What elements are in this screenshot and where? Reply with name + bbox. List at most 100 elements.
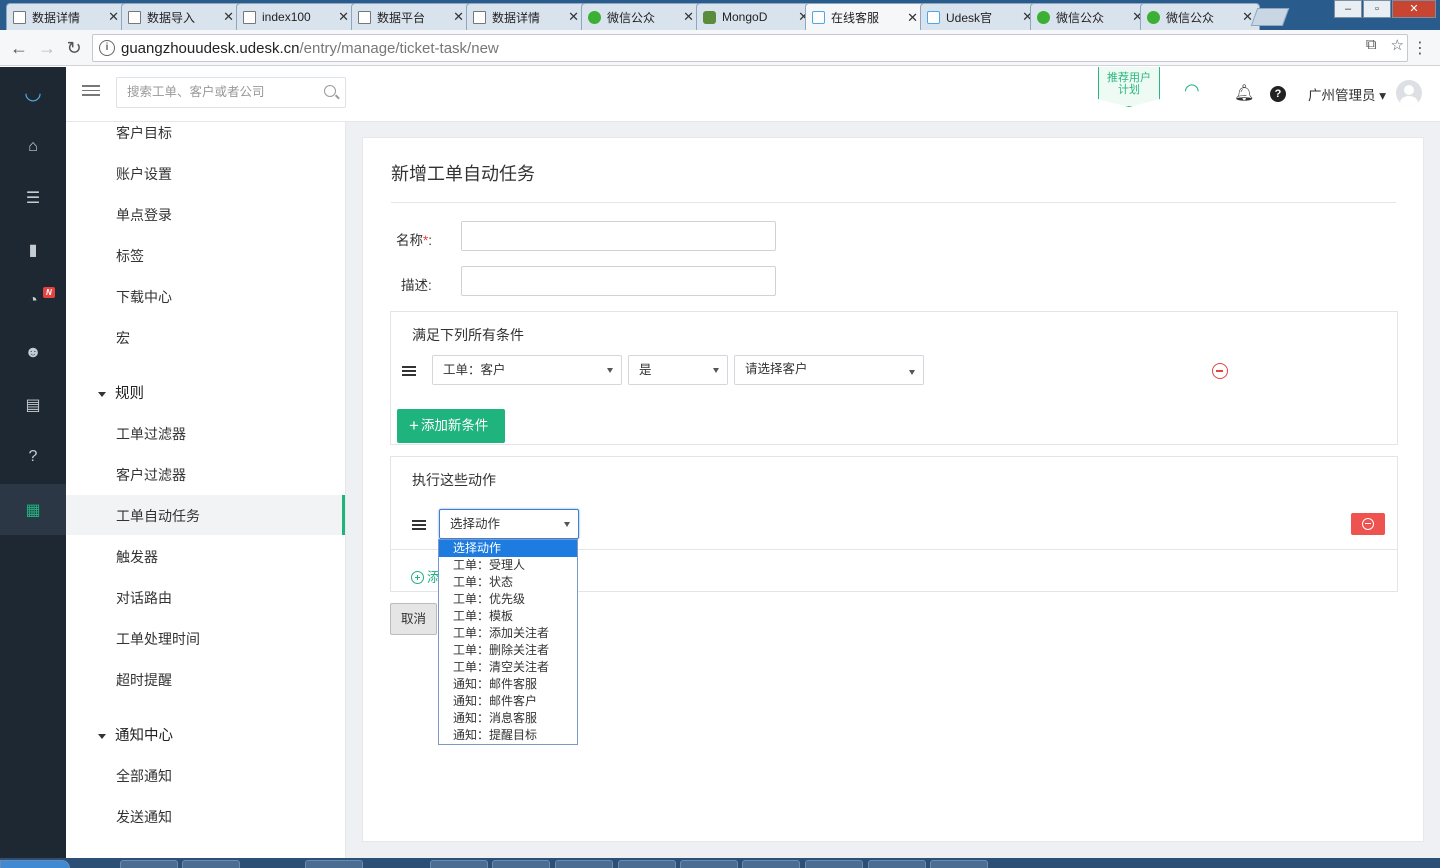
description-field[interactable] bbox=[461, 266, 776, 296]
taskbar-app[interactable] bbox=[182, 860, 240, 868]
browser-tab[interactable]: Udesk官 ✕ bbox=[920, 3, 1040, 30]
add-action-link[interactable]: 添 bbox=[411, 566, 441, 586]
maximize-button[interactable]: ▫ bbox=[1363, 0, 1391, 18]
reload-icon[interactable]: ↻ bbox=[63, 37, 85, 59]
collapse-menu-icon[interactable] bbox=[82, 85, 100, 99]
browser-tab[interactable]: index100 ✕ bbox=[236, 3, 356, 30]
dropdown-option[interactable]: 通知：提醒目标 bbox=[439, 727, 577, 744]
remove-condition-icon[interactable] bbox=[1212, 363, 1228, 379]
close-tab-icon[interactable]: ✕ bbox=[907, 10, 918, 26]
global-search-input[interactable]: 搜索工单、客户或者公司 bbox=[116, 77, 346, 108]
taskbar-app[interactable] bbox=[930, 860, 988, 868]
browser-menu-icon[interactable]: ⋮ bbox=[1412, 38, 1428, 58]
taskbar-app[interactable] bbox=[805, 860, 863, 868]
start-button[interactable] bbox=[0, 860, 70, 868]
sidebar-item-customer-goal[interactable]: 客户目标 bbox=[116, 123, 172, 143]
udesk-logo-icon[interactable]: ◡ bbox=[21, 81, 45, 105]
close-tab-icon[interactable]: ✕ bbox=[223, 9, 234, 25]
browser-tab[interactable]: 数据详情 ✕ bbox=[6, 3, 126, 30]
help-circle-icon[interactable]: ? bbox=[0, 431, 66, 482]
sidebar-item-send-notification[interactable]: 发送通知 bbox=[116, 807, 172, 827]
close-tab-icon[interactable]: ✕ bbox=[338, 9, 349, 25]
dropdown-option[interactable]: 工单：受理人 bbox=[439, 557, 577, 574]
taskbar-app[interactable] bbox=[555, 860, 613, 868]
sidebar-item-all-notifications[interactable]: 全部通知 bbox=[116, 766, 172, 786]
dropdown-option[interactable]: 工单：删除关注者 bbox=[439, 642, 577, 659]
sidebar-item-customer-filter[interactable]: 客户过滤器 bbox=[116, 465, 186, 485]
sidebar-item-downloads[interactable]: 下载中心 bbox=[116, 287, 172, 307]
close-tab-icon[interactable]: ✕ bbox=[683, 9, 694, 25]
bar-chart-icon[interactable]: ▮ bbox=[0, 224, 66, 275]
sidebar-item-ticket-automation[interactable]: 工单自动任务 bbox=[116, 506, 200, 526]
name-field[interactable] bbox=[461, 221, 776, 251]
dropdown-option[interactable]: 通知：消息客服 bbox=[439, 710, 577, 727]
list-icon[interactable]: ☰ bbox=[0, 172, 66, 223]
recommend-plan-badge[interactable]: 推荐用户 计划 bbox=[1098, 67, 1160, 107]
dropdown-option[interactable]: 通知：邮件客户 bbox=[439, 693, 577, 710]
taskbar-app[interactable] bbox=[618, 860, 676, 868]
browser-tab[interactable]: 微信公众 ✕ bbox=[1140, 3, 1260, 30]
dropdown-option[interactable]: 工单：添加关注者 bbox=[439, 625, 577, 642]
sidebar-item-sso[interactable]: 单点登录 bbox=[116, 205, 172, 225]
url-field[interactable]: i guangzhouudesk.udesk.cn/entry/manage/t… bbox=[92, 34, 1408, 62]
close-tab-icon[interactable]: ✕ bbox=[453, 9, 464, 25]
sidebar-group-notifications[interactable]: 通知中心 bbox=[98, 724, 173, 745]
taskbar-app[interactable] bbox=[680, 860, 738, 868]
taskbar-app[interactable] bbox=[120, 860, 178, 868]
browser-tab[interactable]: 数据平台 ✕ bbox=[351, 3, 471, 30]
avatar[interactable] bbox=[1396, 80, 1422, 106]
dropdown-option[interactable]: 选择动作 bbox=[439, 540, 577, 557]
taskbar-app[interactable] bbox=[742, 860, 800, 868]
question-icon[interactable]: ? bbox=[1270, 86, 1286, 102]
book-icon[interactable]: ▤ bbox=[0, 379, 66, 430]
dropdown-option[interactable]: 通知：邮件客服 bbox=[439, 676, 577, 693]
taskbar-app[interactable] bbox=[305, 860, 363, 868]
users-icon[interactable]: ☻ bbox=[0, 327, 66, 378]
condition-value-select[interactable]: 请选择客户 bbox=[734, 355, 924, 385]
taskbar-app[interactable] bbox=[868, 860, 926, 868]
apps-grid-icon[interactable]: ▦ bbox=[0, 484, 66, 535]
dropdown-option[interactable]: 工单：优先级 bbox=[439, 591, 577, 608]
dropdown-option[interactable]: 工单：状态 bbox=[439, 574, 577, 591]
condition-operator-select[interactable]: 是 bbox=[628, 355, 728, 385]
cancel-button[interactable]: 取消 bbox=[390, 603, 437, 635]
sidebar-item-ticket-handling-time[interactable]: 工单处理时间 bbox=[116, 629, 200, 649]
bookmark-star-icon[interactable]: ☆ bbox=[1391, 36, 1404, 54]
pie-chart-icon[interactable]: ◔ N bbox=[0, 275, 66, 326]
taskbar-app[interactable] bbox=[430, 860, 488, 868]
bell-icon[interactable]: 🔔︎ bbox=[1234, 83, 1254, 103]
remove-action-button[interactable] bbox=[1351, 513, 1385, 535]
back-arrow-icon[interactable]: ← bbox=[8, 37, 30, 59]
close-tab-icon[interactable]: ✕ bbox=[108, 9, 119, 25]
close-window-button[interactable]: ✕ bbox=[1392, 0, 1436, 18]
dropdown-option[interactable]: 工单：模板 bbox=[439, 608, 577, 625]
minimize-button[interactable]: – bbox=[1334, 0, 1362, 18]
browser-tab[interactable]: 数据详情 ✕ bbox=[466, 3, 586, 30]
dropdown-option[interactable]: 工单：清空关注者 bbox=[439, 659, 577, 676]
browser-tab[interactable]: 在线客服 ✕ bbox=[805, 3, 925, 31]
sidebar-item-tags[interactable]: 标签 bbox=[116, 246, 144, 266]
condition-field-select[interactable]: 工单：客户 bbox=[432, 355, 622, 385]
sidebar-item-macros[interactable]: 宏 bbox=[116, 328, 130, 348]
forward-arrow-icon[interactable]: → bbox=[36, 37, 58, 59]
connection-wifi-icon[interactable]: ◠ bbox=[1184, 80, 1200, 101]
sidebar-item-ticket-filter[interactable]: 工单过滤器 bbox=[116, 424, 186, 444]
drag-handle-icon[interactable] bbox=[402, 366, 416, 376]
sidebar-item-chat-routing[interactable]: 对话路由 bbox=[116, 588, 172, 608]
cast-icon[interactable]: ⧉ bbox=[1366, 36, 1377, 54]
browser-tab[interactable]: 数据导入 ✕ bbox=[121, 3, 241, 30]
sidebar-item-triggers[interactable]: 触发器 bbox=[116, 547, 158, 567]
close-tab-icon[interactable]: ✕ bbox=[568, 9, 579, 25]
drag-handle-icon[interactable] bbox=[412, 520, 426, 530]
search-icon[interactable] bbox=[324, 85, 336, 97]
browser-tab[interactable]: 微信公众 ✕ bbox=[1030, 3, 1150, 30]
action-type-select[interactable]: 选择动作 bbox=[439, 509, 579, 539]
new-tab-button[interactable] bbox=[1250, 8, 1290, 26]
site-info-icon[interactable]: i bbox=[99, 40, 115, 56]
sidebar-item-timeout-reminder[interactable]: 超时提醒 bbox=[116, 670, 172, 690]
browser-tab[interactable]: 微信公众 ✕ bbox=[581, 3, 701, 30]
admin-menu[interactable]: 广州管理员 ▾ bbox=[1308, 84, 1386, 104]
taskbar-app[interactable] bbox=[492, 860, 550, 868]
browser-tab[interactable]: MongoD ✕ bbox=[696, 3, 816, 30]
sidebar-item-account-settings[interactable]: 账户设置 bbox=[116, 164, 172, 184]
